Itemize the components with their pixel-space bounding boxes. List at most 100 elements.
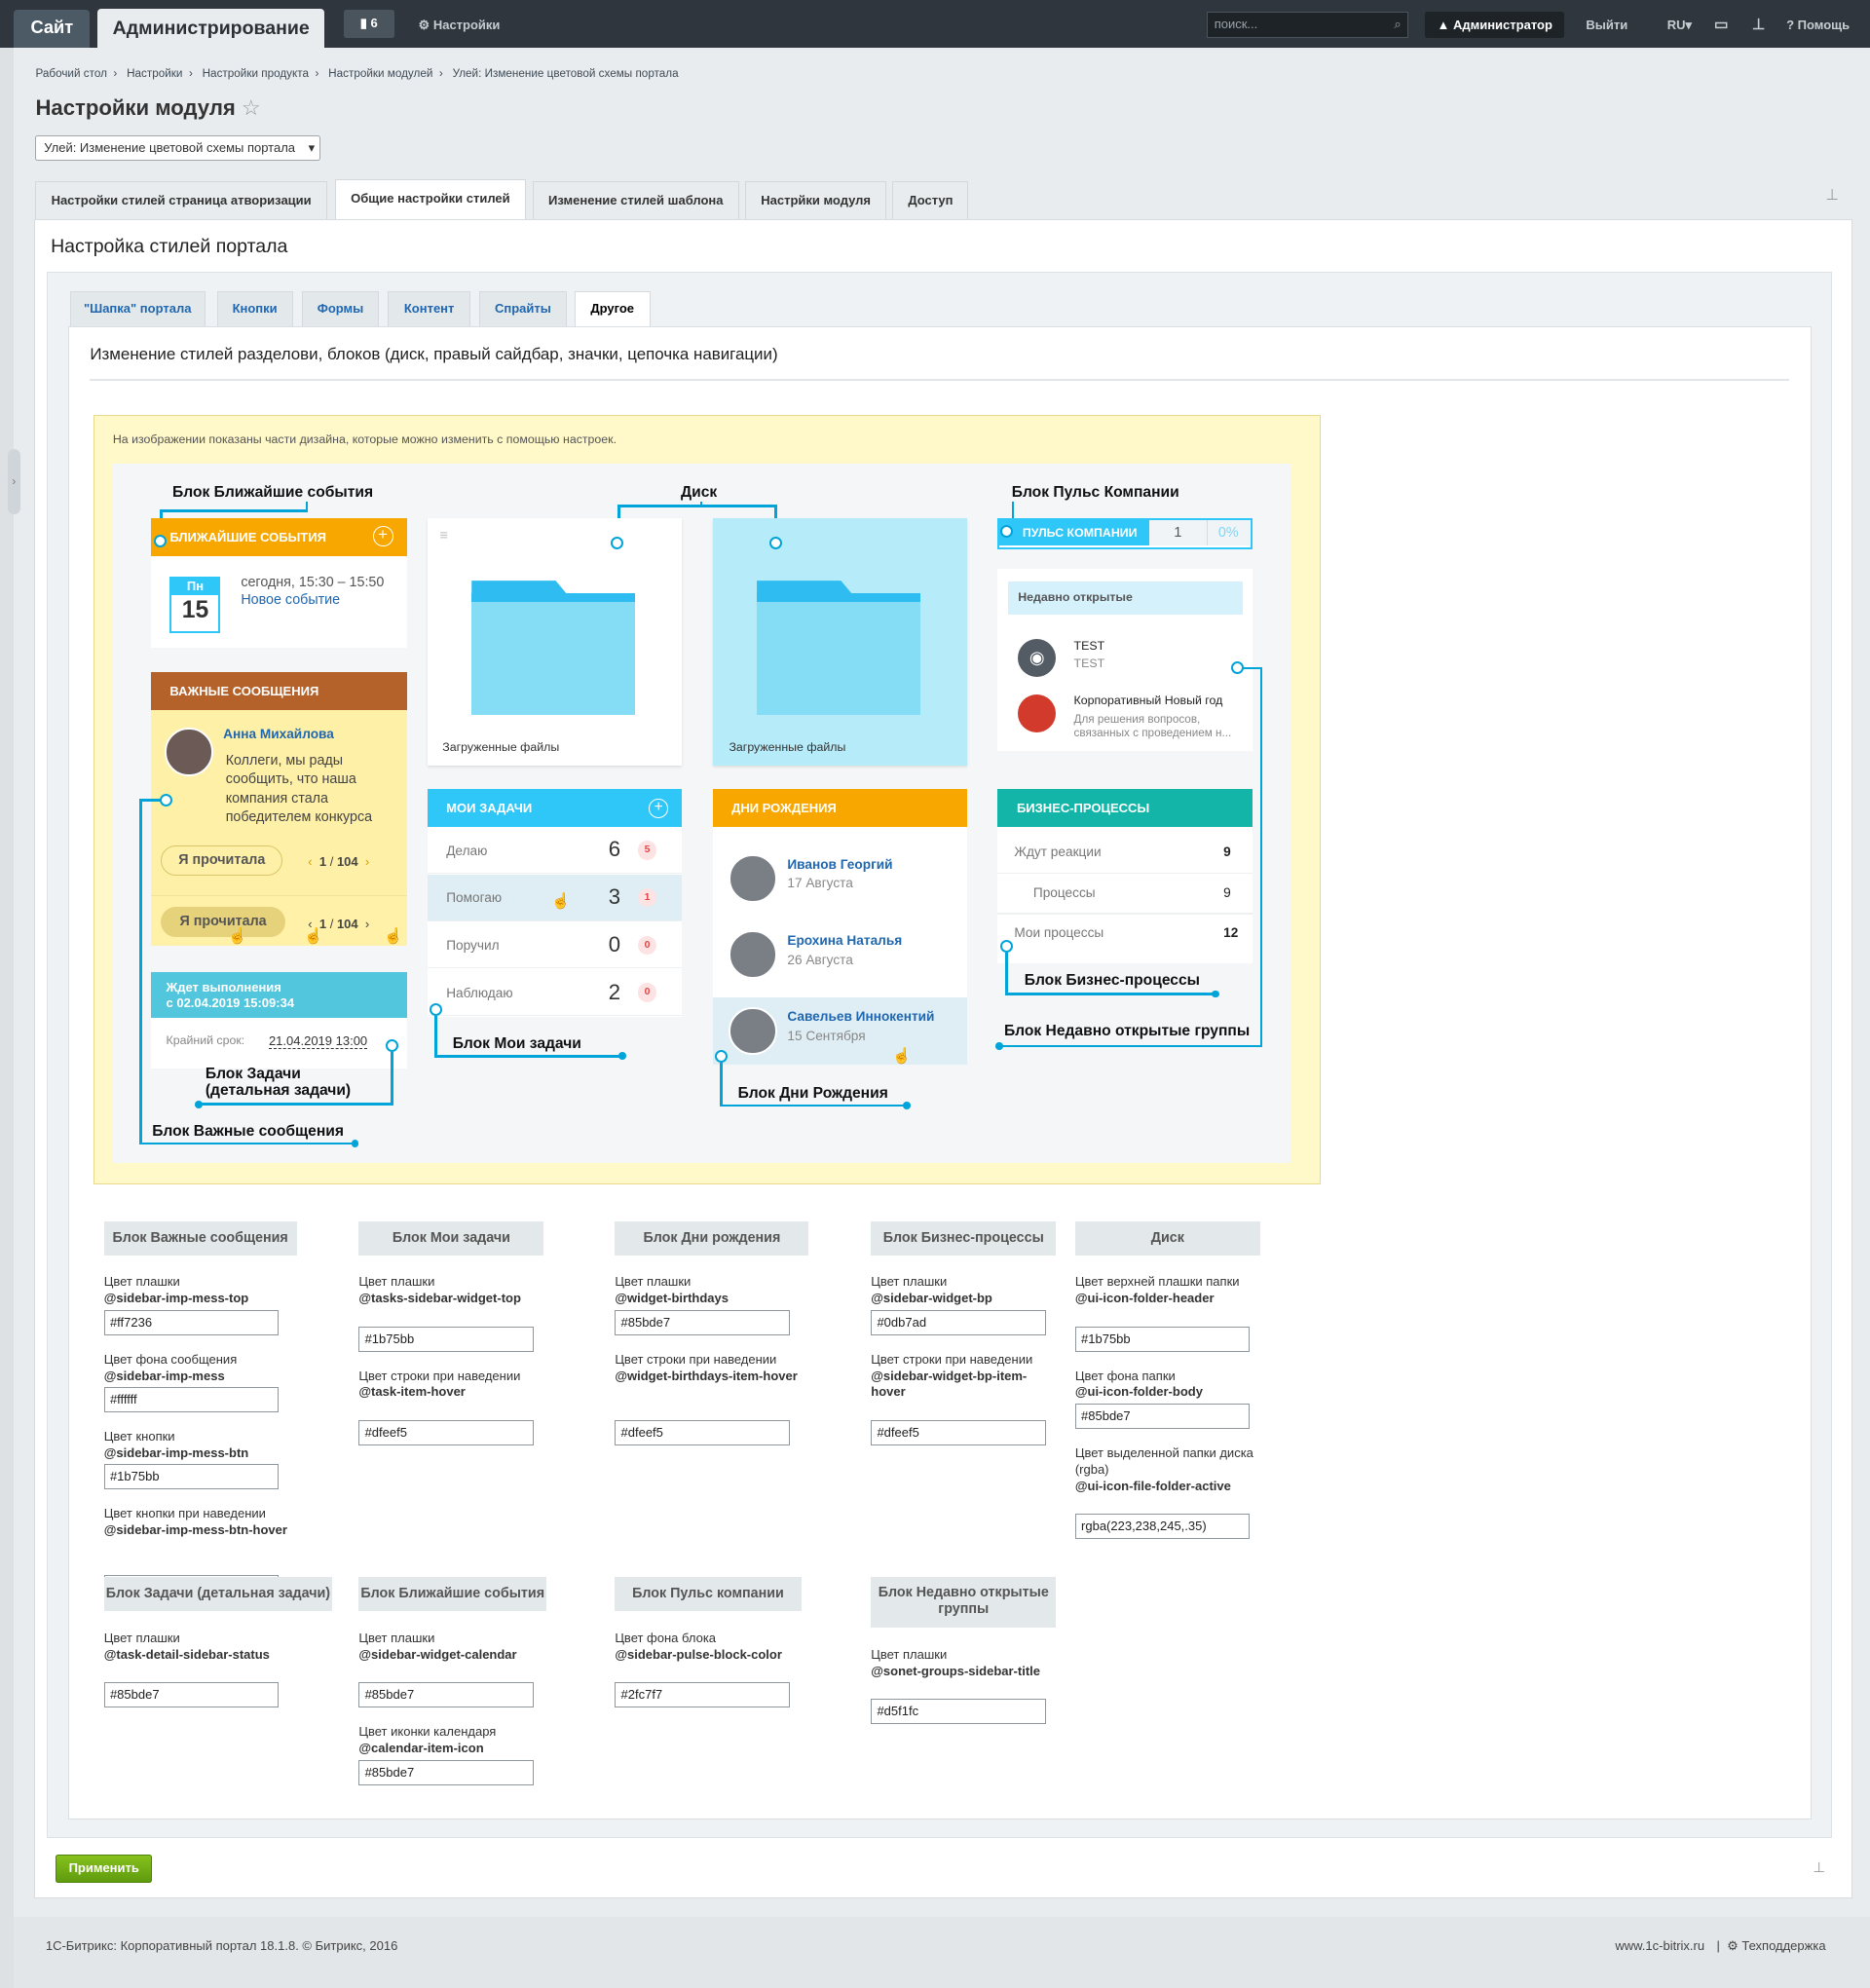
- recent-subtitle: Для решения вопросов, связанных с провед…: [1073, 712, 1232, 739]
- color-input[interactable]: #2fc7f7: [615, 1682, 790, 1708]
- search-input[interactable]: поиск... ⌕: [1207, 11, 1409, 39]
- field-variable: @ui-icon-folder-body: [1074, 1384, 1203, 1400]
- field-variable: @sonet-groups-sidebar-title: [871, 1663, 1040, 1678]
- color-input[interactable]: #1b75bb: [103, 1464, 280, 1490]
- field-label: Цвет плашки @tasks-sidebar-widget-top: [358, 1274, 542, 1307]
- user-button[interactable]: ▲ Администратор: [1425, 11, 1565, 39]
- color-input[interactable]: #1b75bb: [358, 1326, 534, 1352]
- color-input[interactable]: #dfeef5: [358, 1419, 534, 1445]
- bp-row-label[interactable]: Ждут реакции: [1014, 844, 1101, 859]
- birthday-name[interactable]: Ерохина Наталья: [787, 933, 902, 948]
- marker-dot: [902, 1102, 911, 1109]
- admin-tab[interactable]: Администрирование: [97, 9, 325, 49]
- language-select[interactable]: RU▾: [1667, 18, 1692, 33]
- plus-icon[interactable]: +: [649, 799, 668, 818]
- label-task-line2: (детальная задачи): [205, 1081, 352, 1099]
- color-input[interactable]: #dfeef5: [615, 1419, 790, 1445]
- settings-button[interactable]: ⚙ Настройки: [419, 18, 501, 33]
- breadcrumb-item[interactable]: Рабочий стол: [35, 67, 106, 80]
- section-header: Блок Важные сообщения: [103, 1220, 297, 1256]
- chevron-left-icon[interactable]: ‹: [308, 854, 312, 869]
- tab-sprites[interactable]: Спрайты: [479, 291, 567, 326]
- color-input[interactable]: #d5f1fc: [871, 1699, 1046, 1725]
- breadcrumb-item[interactable]: Настройки модулей: [328, 67, 432, 80]
- bp-row-label[interactable]: Процессы: [1033, 885, 1096, 900]
- menu-icon[interactable]: ≡: [440, 528, 448, 544]
- task-deadline[interactable]: 21.04.2019 13:00: [268, 1033, 368, 1049]
- star-icon[interactable]: ☆: [242, 95, 261, 120]
- color-input[interactable]: #ff7236: [103, 1309, 280, 1335]
- color-input[interactable]: #85bde7: [358, 1682, 534, 1708]
- apply-button[interactable]: Применить: [56, 1855, 153, 1883]
- marker-dot: [1000, 524, 1014, 538]
- event-name[interactable]: Новое событие: [241, 592, 340, 608]
- color-input[interactable]: #0db7ad: [871, 1309, 1046, 1335]
- plus-icon[interactable]: +: [372, 526, 393, 546]
- bp-row-label[interactable]: Мои процессы: [1014, 925, 1103, 940]
- field-label: Цвет плашки @widget-birthdays: [615, 1274, 799, 1307]
- birthday-name[interactable]: Савельев Иннокентий: [787, 1009, 934, 1024]
- connector: [1005, 993, 1217, 995]
- field-label: Цвет плашки @sidebar-widget-calendar: [358, 1631, 542, 1664]
- pin-icon[interactable]: ⊥: [1752, 16, 1766, 34]
- breadcrumb-item[interactable]: Улей: Изменение цветовой схемы портала: [453, 67, 679, 80]
- tab-general-styles[interactable]: Общие настройки стилей: [334, 178, 527, 220]
- tab-forms[interactable]: Формы: [301, 291, 380, 326]
- breadcrumb-item[interactable]: Настройки: [127, 67, 182, 80]
- imp-author[interactable]: Анна Михайлова: [223, 727, 334, 741]
- message-icon: ▮: [359, 16, 371, 31]
- window-icon[interactable]: ▭: [1714, 16, 1729, 34]
- notifications-button[interactable]: ▮ 6: [343, 10, 394, 39]
- read-button[interactable]: Я прочитала: [161, 845, 283, 877]
- read-button-hover[interactable]: Я прочитала: [161, 906, 285, 937]
- footer-support[interactable]: | ⚙ Техподдержка: [1716, 1938, 1825, 1954]
- disk-label: Загруженные файлы: [442, 740, 560, 755]
- task-row-count: 0: [608, 931, 621, 956]
- hand-cursor-icon: ☝: [384, 927, 403, 945]
- breadcrumb-item[interactable]: Настройки продукта: [203, 67, 309, 80]
- field-label-text: Цвет иконки календаря: [358, 1724, 497, 1740]
- field-label-text: Цвет плашки: [871, 1274, 948, 1290]
- language-label: RU: [1666, 18, 1686, 33]
- tab-auth-styles[interactable]: Настройки стилей страница атворизации: [35, 181, 327, 220]
- help-button[interactable]: ? Помощь: [1786, 18, 1850, 32]
- field-label-text: Цвет верхней плашки папки: [1074, 1274, 1240, 1290]
- module-select[interactable]: Улей: Изменение цветовой схемы портала ▾: [35, 135, 321, 162]
- footer-site-link[interactable]: www.1c-bitrix.ru: [1615, 1938, 1704, 1953]
- color-input[interactable]: #ffffff: [103, 1387, 280, 1413]
- hand-cursor-icon: ☝: [228, 927, 247, 945]
- birthday-date: 26 Августа: [787, 952, 853, 967]
- field-label: Цвет выделенной папки диска (rgba) @ui-ic…: [1075, 1445, 1259, 1495]
- tab-other[interactable]: Другое: [574, 291, 651, 327]
- chevron-right-icon[interactable]: ›: [365, 854, 369, 869]
- tab-content[interactable]: Контент: [388, 291, 470, 326]
- site-tab[interactable]: Сайт: [14, 10, 91, 49]
- tab-module-settings[interactable]: Настрйки модуля: [745, 181, 886, 220]
- tab-header[interactable]: "Шапка" портала: [69, 291, 206, 326]
- marker-dot: [195, 1100, 204, 1108]
- left-rail-toggle-icon[interactable]: ›: [7, 448, 20, 515]
- tab-access[interactable]: Доступ: [892, 181, 969, 220]
- field-variable: @ui-icon-folder-header: [1074, 1291, 1215, 1306]
- color-input[interactable]: rgba(223,238,245,.35): [1074, 1514, 1251, 1540]
- pulse-percent: 0%: [1206, 520, 1250, 546]
- pin-icon[interactable]: ⊥: [1825, 186, 1839, 205]
- recent-title[interactable]: TEST: [1074, 639, 1105, 653]
- color-input[interactable]: #85bde7: [103, 1682, 280, 1708]
- color-input[interactable]: #85bde7: [358, 1759, 534, 1785]
- tab-buttons[interactable]: Кнопки: [216, 291, 293, 326]
- color-input[interactable]: #dfeef5: [871, 1419, 1046, 1445]
- task-deadline-label: Крайний срок:: [166, 1032, 245, 1047]
- field-variable: @sidebar-widget-bp: [871, 1291, 992, 1306]
- pin-icon[interactable]: ⊥: [1813, 1860, 1824, 1876]
- avatar: [729, 930, 777, 979]
- tab-template-styles[interactable]: Изменение стилей шаблона: [532, 181, 739, 220]
- birthday-name[interactable]: Иванов Георгий: [787, 857, 892, 872]
- logout-link[interactable]: Выйти: [1586, 18, 1627, 32]
- recent-title[interactable]: Корпоративный Новый год: [1074, 694, 1223, 707]
- color-input[interactable]: #1b75bb: [1074, 1326, 1251, 1352]
- recent-subtitle: TEST: [1073, 656, 1105, 671]
- field-label: Цвет иконки календаря @calendar-item-icon: [358, 1724, 542, 1757]
- color-input[interactable]: #85bde7: [1074, 1403, 1251, 1429]
- color-input[interactable]: #85bde7: [615, 1309, 790, 1335]
